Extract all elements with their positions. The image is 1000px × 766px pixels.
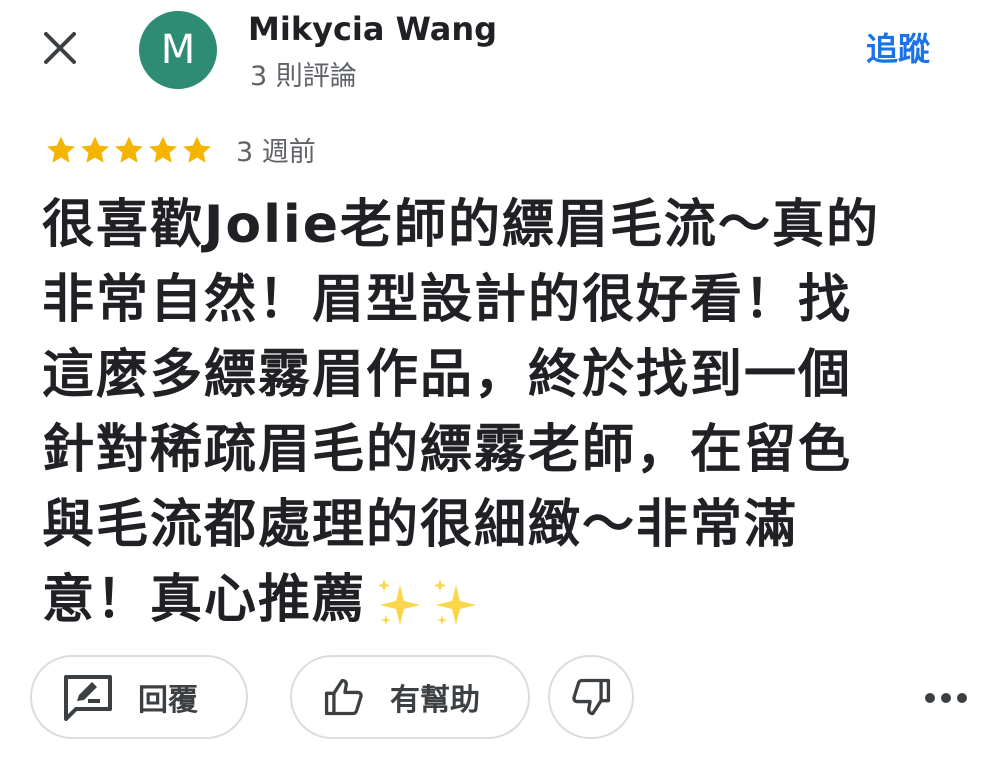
rating-row: 3 週前 (44, 130, 316, 169)
avatar[interactable]: M (139, 11, 217, 89)
review-line: 很喜歡Jolie老師的縹眉毛流～真的 (42, 195, 880, 255)
star-icon (47, 136, 75, 163)
not-helpful-button[interactable] (548, 655, 634, 739)
more-options-button[interactable] (922, 680, 970, 716)
review-line: 針對稀疏眉毛的縹霧老師，在留色 (42, 420, 853, 480)
star-rating (44, 133, 214, 167)
close-button[interactable] (36, 24, 84, 72)
more-horiz-icon (925, 693, 967, 703)
reply-label: 回覆 (138, 683, 198, 718)
helpful-label: 有幫助 (390, 683, 480, 718)
review-time: 3 週前 (236, 137, 316, 168)
reply-icon (64, 675, 112, 721)
thumbs-up-icon (324, 678, 363, 716)
review-line: 與毛流都處理的很細緻～非常滿 (42, 495, 799, 555)
reply-button[interactable]: 回覆 (30, 655, 248, 739)
sparkles-icon (378, 579, 477, 625)
review-line: 這麼多縹霧眉作品，終於找到一個 (42, 345, 853, 405)
star-icon (115, 136, 143, 163)
review-line-last: 意！真心推薦 (42, 563, 942, 638)
thumbs-down-icon (572, 678, 611, 716)
review-line-text: 意！真心推薦 (42, 570, 367, 630)
review-line: 非常自然！眉型設計的很好看！找 (42, 270, 853, 330)
star-icon (149, 136, 177, 163)
follow-button[interactable]: 追蹤 (866, 24, 930, 70)
helpful-button[interactable]: 有幫助 (290, 655, 530, 739)
star-icon (183, 136, 211, 163)
star-icon (81, 136, 109, 163)
close-icon (44, 32, 76, 64)
review-body: 很喜歡Jolie老師的縹眉毛流～真的 非常自然！眉型設計的很好看！找 這麼多縹霧… (42, 188, 942, 638)
author-review-count: 3 則評論 (250, 61, 357, 92)
author-name[interactable]: Mikycia Wang (248, 10, 497, 48)
